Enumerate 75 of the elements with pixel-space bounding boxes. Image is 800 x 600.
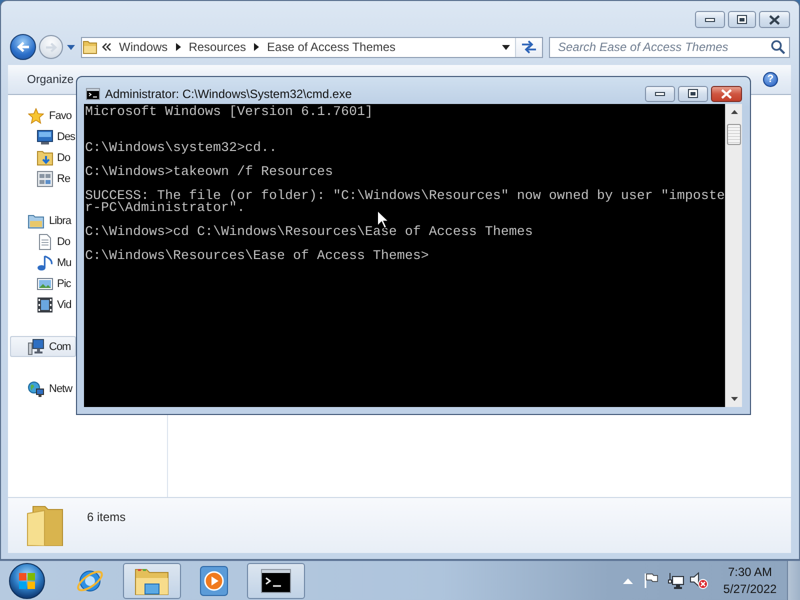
- minimize-icon: [655, 92, 665, 96]
- console-line: Microsoft Windows [Version 6.1.7601]: [85, 107, 373, 119]
- console-line: C:\Windows>takeown /f Resources: [85, 167, 333, 179]
- window-title: Administrator: C:\Windows\System32\cmd.exe: [105, 86, 352, 100]
- folder-icon: [135, 566, 169, 594]
- organize-button[interactable]: Organize: [27, 74, 74, 86]
- down-arrow-icon[interactable]: [730, 397, 738, 401]
- maximize-icon: [737, 15, 747, 24]
- folder-arrow-icon: [37, 150, 53, 166]
- search-field[interactable]: Search Ease of Access Themes: [549, 36, 790, 58]
- nav-item[interactable]: Netw: [10, 378, 76, 399]
- folder-icon: [28, 212, 44, 228]
- up-arrow-icon[interactable]: [730, 110, 738, 114]
- nav-item[interactable]: Libra: [10, 210, 76, 231]
- minimize-button[interactable]: [645, 86, 675, 102]
- globe-monitor-icon: [28, 380, 44, 396]
- back-button[interactable]: [10, 34, 36, 60]
- play-icon[interactable]: [200, 566, 228, 596]
- minimize-icon: [705, 18, 715, 22]
- caret-icon[interactable]: [502, 44, 510, 50]
- picture-icon: [37, 276, 53, 292]
- console-icon: [261, 568, 291, 592]
- network-icon[interactable]: [668, 572, 684, 588]
- refresh-icon: [521, 40, 537, 54]
- clock-date: 5/27/2022: [723, 580, 777, 598]
- address-field[interactable]: Windows Resources Ease of Access Themes: [81, 36, 543, 58]
- nav-item[interactable]: Mu: [10, 252, 76, 273]
- music-note-icon: [37, 254, 53, 270]
- triangle-icon[interactable]: [254, 43, 260, 51]
- window-grid-icon: [37, 170, 53, 186]
- maximize-icon: [688, 89, 698, 98]
- console-line: C:\Windows\Resources\Ease of Access Themes>: [85, 251, 429, 263]
- nav-item[interactable]: Do: [10, 147, 76, 168]
- close-button[interactable]: [711, 86, 742, 102]
- triangle-icon[interactable]: [176, 43, 181, 51]
- nav-item[interactable]: Favo: [10, 105, 76, 126]
- console-line: r-PC\Administrator".: [85, 203, 245, 215]
- computer-icon: [28, 338, 44, 354]
- nav-item[interactable]: Com: [10, 336, 76, 357]
- maximize-button[interactable]: [728, 11, 756, 28]
- clock-time: 7:30 AM: [728, 564, 772, 580]
- film-icon: [37, 296, 53, 312]
- nav-item[interactable]: Re: [10, 168, 76, 189]
- document-icon: [37, 234, 53, 250]
- search-icon[interactable]: [771, 40, 785, 54]
- maximize-button[interactable]: [678, 86, 708, 102]
- console-line: C:\Windows>cd C:\Windows\Resources\Ease of Access Themes: [85, 227, 533, 239]
- nav-item[interactable]: Pic: [10, 273, 76, 294]
- speaker-icon[interactable]: [690, 572, 708, 589]
- breadcrumb-item[interactable]: Ease of Access Themes: [267, 40, 396, 54]
- scrollbar[interactable]: [725, 104, 742, 407]
- console-icon: [86, 88, 100, 100]
- scrollbar-thumb[interactable]: [727, 124, 741, 145]
- breadcrumb-item[interactable]: Windows: [119, 40, 168, 54]
- arrow-right-icon: [44, 42, 58, 52]
- breadcrumb-item[interactable]: Resources: [188, 40, 246, 54]
- close-button[interactable]: [759, 11, 790, 28]
- minimize-button[interactable]: [695, 11, 725, 28]
- nav-item[interactable]: Des: [10, 126, 76, 147]
- nav-item[interactable]: Do: [10, 231, 76, 252]
- folder-icon: [83, 40, 97, 54]
- console-line: C:\Windows\system32>cd..: [85, 143, 277, 155]
- flag-icon[interactable]: [644, 573, 658, 588]
- close-icon: [721, 88, 732, 98]
- taskbar-button[interactable]: [247, 562, 305, 598]
- orb-icon[interactable]: [9, 562, 45, 598]
- item-count: 6 items: [87, 510, 126, 524]
- folder-icon: [27, 506, 63, 546]
- arrow-left-icon: [16, 41, 30, 53]
- star-icon: [28, 108, 44, 124]
- double-chevron-icon[interactable]: [102, 43, 111, 51]
- nav-item[interactable]: Vid: [10, 294, 76, 315]
- close-icon: [769, 14, 780, 24]
- monitor-icon: [37, 128, 53, 144]
- refresh-button[interactable]: [515, 38, 542, 56]
